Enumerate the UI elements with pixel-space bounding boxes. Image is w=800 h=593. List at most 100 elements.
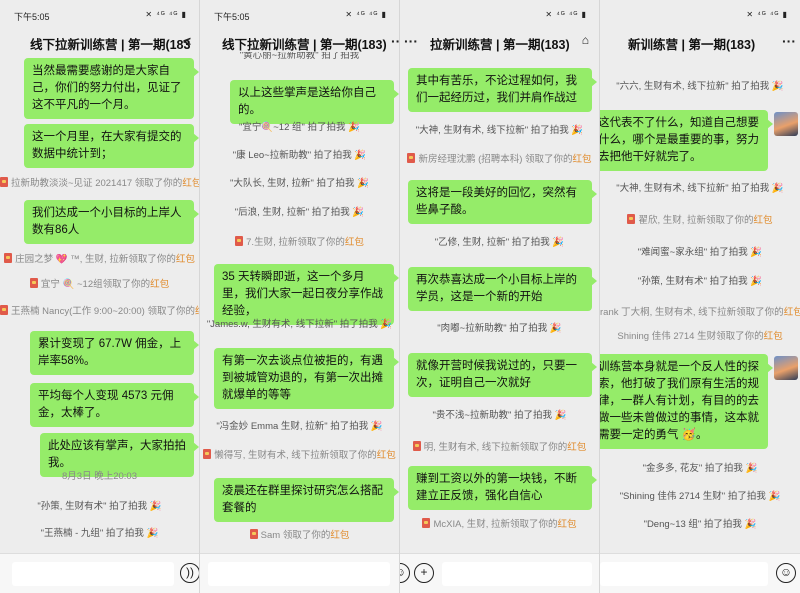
redpacket-icon [203,449,212,459]
redpacket-icon [29,278,38,288]
redpacket-notice: 拉新助教淡淡~见证 2021417 领取了你的红包 [0,177,199,191]
pat-notice: "大队长, 生财, 拉新" 拍了拍我 🎉 [230,178,369,189]
redpacket-icon [407,153,416,163]
chat-header: 线下拉新训练营 | 第一期(183 < [0,33,199,52]
pat-notice: "Deng~13 组" 拍了拍我 🎉 [643,519,757,530]
pat-notice: "六六, 生财有术, 线下拉新" 拍了拍我 🎉 [616,81,784,92]
redpacket-icon [249,529,258,539]
message-bubble[interactable]: 训练营本身就是一个反人性的探索，他打破了我们原有生活的规律，一群人有计划，有目的… [600,354,773,449]
pat-notice: "James.w, 生财有术, 线下拉新" 拍了拍我 🎉 [206,319,393,330]
emoji-icon[interactable]: ☺ [400,563,410,583]
status-bar: ✕ ⁴ᴳ ⁴ᴳ ▮ [600,10,800,24]
timestamp: 8月3日 晚上20:03 [62,471,137,482]
back-icon[interactable]: < [183,33,191,49]
redpacket-notice: 7.生财, 拉新领取了你的红包 [200,236,399,250]
redpacket-notice: Shining 佳伟 2714 生财领取了你的红包 [617,331,783,342]
pat-notice: "孙策, 生财有术" 拍了拍我 🎉 [37,501,162,512]
redpacket-icon [0,177,8,187]
chat-header: 线下拉新训练营 | 第一期(183) ··· [200,33,399,52]
status-bar: ✕ ⁴ᴳ ⁴ᴳ ▮ [400,10,599,24]
message-bubble[interactable]: 以上这些掌声是送给你自己的。 [230,80,399,124]
pat-notice: "康 Leo~拉新助教" 拍了拍我 🎉 [232,150,367,161]
redpacket-notice: Sam 领取了你的红包 [200,529,399,543]
avatar[interactable] [774,356,798,380]
chat-header: 新训练营 | 第一期(183) ··· [600,33,800,52]
message-bubble[interactable]: 这将是一段美好的回忆，突然有些鼻子酸。 [408,180,597,224]
more-icon[interactable]: ··· [782,33,796,49]
redpacket-notice: McXIA, 生财, 拉新领取了你的红包 [400,518,599,532]
message-input[interactable] [208,562,390,586]
status-bar: 下午5:05 ✕ ⁴ᴳ ⁴ᴳ ▮ [200,10,399,24]
message-bubble[interactable]: 这代表不了什么，知道自己想要什么，哪个是最重要的事，努力去把他干好就完了。 [600,110,773,171]
redpacket-icon [4,253,13,263]
redpacket-notice: 宜宁 🍭 ~12组领取了你的红包 [0,278,199,292]
redpacket-notice: 庄园之梦 💖 ™, 生财, 拉新领取了你的红包 [0,253,199,267]
status-icons: ✕ ⁴ᴳ ⁴ᴳ ▮ [145,10,187,19]
message-bubble[interactable]: 赚到工资以外的第一块钱，不断建立正反馈，强化自信心 [408,466,597,510]
redpacket-notice: 新房经理沈鹏 (招聘本科) 领取了你的红包 [400,153,599,167]
more-icon[interactable]: ··· [391,33,399,49]
message-bubble[interactable]: 当然最需要感谢的是大家自己，你们的努力付出，见证了这不平凡的一个月。 [24,58,199,119]
redpacket-icon [235,236,244,246]
chat-header: ··· 拉新训练营 | 第一期(183) ⌂ [400,33,599,52]
message-bubble[interactable]: 我们达成一个小目标的上岸人数有86人 [24,200,199,244]
message-input[interactable] [442,562,592,586]
avatar[interactable] [774,112,798,136]
input-bar: ☺ + [400,553,599,593]
message-bubble[interactable]: 再次恭喜达成一个小目标上岸的学员，这是一个新的开始 [408,267,597,311]
pat-notice: "金多多, 花友" 拍了拍我 🎉 [642,463,758,474]
message-bubble[interactable]: 这一个月里，在大家有提交的数据中统计到； [24,124,199,168]
pat-notice: "黄心丽~拉新助教" 拍了拍我 [239,52,360,61]
message-bubble[interactable]: 就像开营时候我说过的，只要一次，证明自己一次就好 [408,353,597,397]
pat-notice: "后浪, 生财, 拉新" 拍了拍我 🎉 [234,207,365,218]
chat-panel-2: 下午5:05 ✕ ⁴ᴳ ⁴ᴳ ▮ 线下拉新训练营 | 第一期(183) ··· … [200,0,400,593]
message-bubble[interactable]: 有第一次去谈点位被拒的，有遇到被城管劝退的，有第一次出摊就爆单的等等 [214,348,399,409]
pat-notice: "大神, 生财有术, 线下拉新" 拍了拍我 🎉 [616,183,784,194]
pat-notice: "王燕楠 - 九组" 拍了拍我 🎉 [40,528,159,539]
message-bubble[interactable]: 平均每个人变现 4573 元佣金，太棒了。 [30,383,199,427]
pat-notice: "贵不浅~拉新助教" 拍了拍我 🎉 [432,410,567,421]
chat-panel-3: ✕ ⁴ᴳ ⁴ᴳ ▮ ··· 拉新训练营 | 第一期(183) ⌂ 其中有苦乐，不… [400,0,600,593]
message-bubble[interactable]: 凌晨还在群里探讨研究怎么搭配套餐的 [214,478,399,522]
add-icon[interactable]: + [414,563,434,583]
redpacket-icon [0,305,8,315]
message-input[interactable] [12,562,174,586]
message-bubble[interactable]: 累计变现了 67.7W 佣金，上岸率58%。 [30,331,199,375]
pat-notice: "宜宁🍭~12 组" 拍了拍我 🎉 [239,122,360,133]
input-bar: ☺ [600,553,800,593]
message-bubble[interactable]: 35 天转瞬即逝，这一个多月里，我们大家一起日夜分享作战经验， [214,264,399,325]
status-icons: ✕ ⁴ᴳ ⁴ᴳ ▮ [545,10,587,19]
pat-notice: "难闻蜜~家永组" 拍了拍我 🎉 [637,247,763,258]
redpacket-notice: rank 丁大桐, 生财有术, 线下拉新领取了你的红包 [600,307,800,318]
pat-notice: "肉嘟~拉新助教" 拍了拍我 🎉 [437,323,562,334]
status-icons: ✕ ⁴ᴳ ⁴ᴳ ▮ [345,10,387,19]
voice-icon[interactable]: )) [180,563,199,583]
status-icons: ✕ ⁴ᴳ ⁴ᴳ ▮ [746,10,788,19]
home-icon[interactable]: ⌂ [582,33,589,47]
redpacket-notice: 明, 生财有术, 线下拉新领取了你的红包 [400,441,599,455]
pat-notice: "乙修, 生财, 拉新" 拍了拍我 🎉 [434,237,565,248]
status-time: 下午5:05 [214,12,250,22]
redpacket-notice: 王燕楠 Nancy(工作 9:00~20:00) 领取了你的红包 [0,305,199,319]
redpacket-notice: 翟欣, 生财, 拉新领取了你的红包 [600,214,800,228]
pat-notice: "Shining 佳伟 2714 生财" 拍了拍我 🎉 [619,491,781,502]
status-bar: 下午5:05 ✕ ⁴ᴳ ⁴ᴳ ▮ [0,10,199,24]
chat-title: 线下拉新训练营 | 第一期(183) [222,38,387,52]
message-bubble[interactable]: 其中有苦乐，不论过程如何，我们一起经历过，我们并肩作战过 [408,68,597,112]
redpacket-icon [627,214,636,224]
more-icon[interactable]: ··· [404,33,418,49]
chat-title: 拉新训练营 | 第一期(183) [430,38,570,52]
input-bar [200,553,399,593]
pat-notice: "大神, 生财有术, 线下拉新" 拍了拍我 🎉 [415,125,584,136]
pat-notice: "孙策, 生财有术" 拍了拍我 🎉 [637,276,763,287]
redpacket-icon [422,518,431,528]
redpacket-icon [412,441,421,451]
chat-title: 线下拉新训练营 | 第一期(183 [30,38,191,52]
chat-title: 新训练营 | 第一期(183) [628,38,756,52]
chat-panel-4: ✕ ⁴ᴳ ⁴ᴳ ▮ 新训练营 | 第一期(183) ··· "六六, 生财有术,… [600,0,800,593]
status-time: 下午5:05 [14,12,50,22]
redpacket-notice: 懒得写, 生财有术, 线下拉新领取了你的红包 [200,449,399,463]
pat-notice: "冯金妙 Emma 生财, 拉新" 拍了拍我 🎉 [216,421,383,432]
message-input[interactable] [600,562,768,586]
emoji-icon[interactable]: ☺ [776,563,796,583]
